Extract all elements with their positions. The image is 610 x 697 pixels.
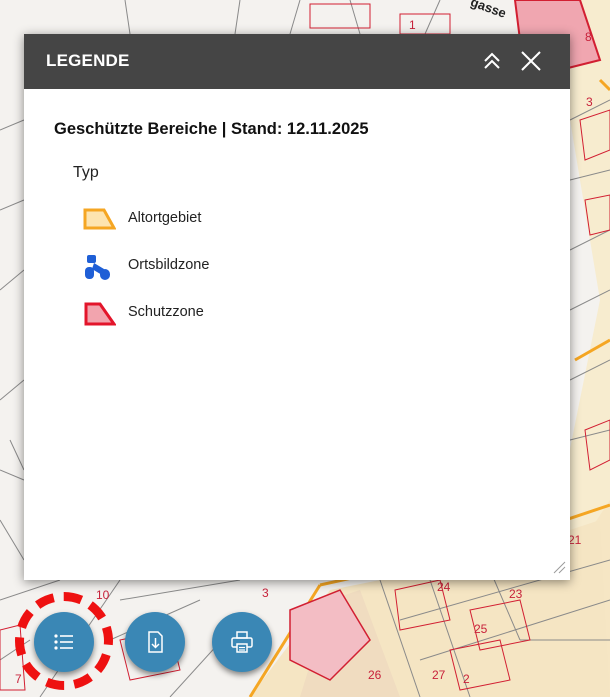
collapse-button[interactable] [479,48,505,74]
print-button[interactable] [212,612,272,672]
parcel-number-label: 1 [409,18,416,32]
parcel-number-label: 2 [463,672,470,686]
legend-panel: LEGENDE Geschützte Bereiche | Stand: 12.… [24,34,570,580]
close-button[interactable] [518,48,544,74]
parcel-number-label: 3 [262,586,269,600]
blue-symbol-icon [85,255,110,280]
close-icon [521,51,541,71]
download-icon [148,631,163,653]
panel-title: LEGENDE [46,51,130,70]
legend-item-label: Schutzzone [128,304,204,320]
legend-group-label: Typ [73,164,99,181]
legend-layer-title: Geschützte Bereiche | Stand: 12.11.2025 [54,120,369,138]
legend-item-label: Altortgebiet [128,210,202,226]
parcel-number-label: 26 [368,668,382,682]
orange-polygon-icon [83,208,116,230]
parcel-number-label: 7 [15,672,22,686]
chevron-double-up-icon [484,52,500,69]
red-polygon-icon [84,302,116,326]
parcel-number-label: 27 [432,668,446,682]
parcel-number-label: 25 [474,622,488,636]
resize-handle-icon[interactable] [552,560,566,574]
parcel-number-label: 10 [96,588,110,602]
parcel-number-label: 21 [568,533,582,547]
legend-panel-header: LEGENDE [24,34,570,89]
parcel-number-label: 3 [586,95,593,109]
parcel-number-label: 23 [509,587,523,601]
legend-item-label: Ortsbildzone [128,257,210,273]
highlight-annotation-ring [15,592,113,690]
print-icon [231,631,253,653]
parcel-number-label: 24 [437,580,451,594]
parcel-number-label: 8 [585,30,592,44]
download-button[interactable] [125,612,185,672]
